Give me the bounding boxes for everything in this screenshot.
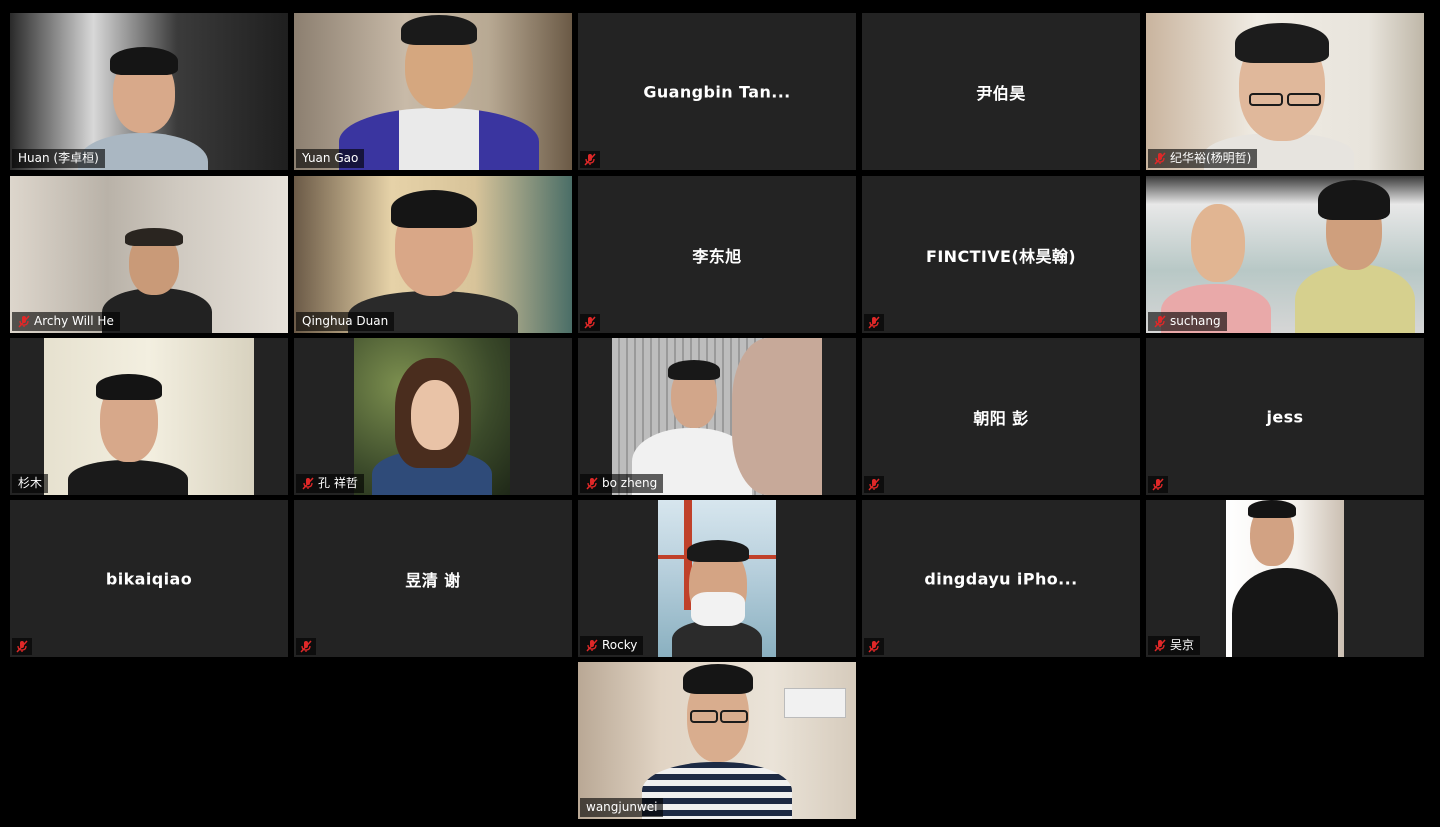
participant-tile[interactable]: bikaiqiao <box>10 500 288 657</box>
gallery-view: Huan (李卓桓) Yuan Gao Guangbin Tan... 尹伯昊 <box>0 0 1440 827</box>
participant-name-label: Archy Will He <box>12 312 120 331</box>
video-feed <box>44 338 254 495</box>
microphone-muted-icon <box>302 477 314 490</box>
participant-tile[interactable]: 朝阳 彭 <box>862 338 1140 495</box>
participant-display-name: FINCTIVE(林昊翰) <box>925 246 1077 266</box>
participant-name-label: Qinghua Duan <box>296 312 395 331</box>
participant-name-label: wangjunwei <box>580 798 664 817</box>
microphone-muted-icon <box>584 153 596 166</box>
microphone-muted-icon <box>1154 639 1166 652</box>
participant-tile[interactable]: dingdayu iPho... <box>862 500 1140 657</box>
video-feed <box>658 500 776 657</box>
participant-name-label <box>580 151 600 168</box>
microphone-muted-icon <box>300 640 312 653</box>
participant-name-label <box>864 638 884 655</box>
participant-name-label <box>12 638 32 655</box>
participant-name-label: 孔 祥哲 <box>296 474 364 493</box>
video-feed <box>1146 176 1424 333</box>
participant-display-name: 李东旭 <box>692 246 742 266</box>
participant-name-label <box>864 476 884 493</box>
participant-tile[interactable]: 尹伯昊 <box>862 13 1140 170</box>
video-feed <box>10 13 288 170</box>
participant-name-label: 杉木 <box>12 474 49 493</box>
participant-tile[interactable]: suchang <box>1146 176 1424 333</box>
participant-name-label: 纪华裕(杨明哲) <box>1148 149 1258 168</box>
video-feed <box>1146 13 1424 170</box>
participant-display-name: 朝阳 彭 <box>973 408 1029 428</box>
video-feed <box>10 176 288 333</box>
participant-name-label: Huan (李卓桓) <box>12 149 105 168</box>
microphone-muted-icon <box>1154 152 1166 165</box>
participant-tile[interactable]: bo zheng <box>578 338 856 495</box>
microphone-muted-icon <box>868 640 880 653</box>
participant-tile[interactable]: Rocky <box>578 500 856 657</box>
participant-name-label <box>296 638 316 655</box>
participant-tile[interactable]: Yuan Gao <box>294 13 572 170</box>
participant-display-name: Guangbin Tan... <box>643 82 791 101</box>
participant-name-label: Yuan Gao <box>296 149 365 168</box>
participant-display-name: 尹伯昊 <box>976 83 1026 103</box>
microphone-muted-icon <box>868 478 880 491</box>
participant-tile[interactable]: 李东旭 <box>578 176 856 333</box>
participant-display-name: jess <box>1266 407 1304 426</box>
participant-tile[interactable]: jess <box>1146 338 1424 495</box>
participant-name-label: suchang <box>1148 312 1227 331</box>
microphone-muted-icon <box>18 315 30 328</box>
participant-tile[interactable]: 纪华裕(杨明哲) <box>1146 13 1424 170</box>
microphone-muted-icon <box>586 639 598 652</box>
participant-tile[interactable]: wangjunwei <box>578 662 856 819</box>
microphone-muted-icon <box>1152 478 1164 491</box>
video-feed <box>612 338 822 495</box>
participant-tile[interactable]: 孔 祥哲 <box>294 338 572 495</box>
participant-display-name: dingdayu iPho... <box>924 569 1078 588</box>
video-feed <box>294 176 572 333</box>
participant-name-label <box>1148 476 1168 493</box>
participant-tile[interactable]: FINCTIVE(林昊翰) <box>862 176 1140 333</box>
participant-tile[interactable]: Archy Will He <box>10 176 288 333</box>
participant-tile[interactable]: Guangbin Tan... <box>578 13 856 170</box>
microphone-muted-icon <box>1154 315 1166 328</box>
participant-tile[interactable]: 昱清 谢 <box>294 500 572 657</box>
microphone-muted-icon <box>868 316 880 329</box>
participant-name-label: 吴京 <box>1148 636 1201 655</box>
video-feed <box>294 13 572 170</box>
video-feed <box>354 338 510 495</box>
microphone-muted-icon <box>16 640 28 653</box>
participant-tile[interactable]: 吴京 <box>1146 500 1424 657</box>
participant-name-label: bo zheng <box>580 474 664 493</box>
participant-tile-active-speaker[interactable]: Qinghua Duan <box>294 176 572 333</box>
participant-name-label <box>580 314 600 331</box>
participant-tile[interactable]: Huan (李卓桓) <box>10 13 288 170</box>
video-feed <box>578 662 856 819</box>
participant-name-label: Rocky <box>580 636 644 655</box>
video-feed <box>1226 500 1344 657</box>
participant-display-name: bikaiqiao <box>105 569 193 588</box>
microphone-muted-icon <box>584 316 596 329</box>
participant-display-name: 昱清 谢 <box>405 570 461 590</box>
participant-tile[interactable]: 杉木 <box>10 338 288 495</box>
participant-name-label <box>864 314 884 331</box>
microphone-muted-icon <box>586 477 598 490</box>
